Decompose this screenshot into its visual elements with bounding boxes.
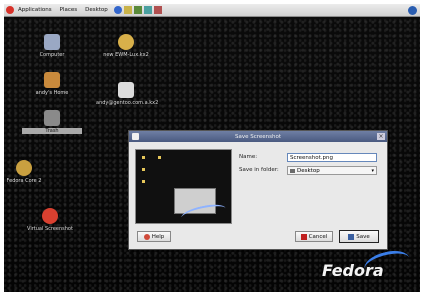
preview-icon bbox=[142, 168, 145, 171]
dialog-title: Save Screenshot bbox=[234, 133, 282, 140]
filename-input[interactable] bbox=[287, 153, 377, 162]
desktop-icon-trash[interactable]: Trash bbox=[22, 110, 82, 134]
fedora-logo: Fedora bbox=[322, 261, 384, 280]
desktop-icon-label: new EWM-Lux.kx2 bbox=[103, 52, 149, 58]
desktop-icon-shortcut-1[interactable]: new EWM-Lux.kx2 bbox=[96, 34, 156, 58]
network-status-icon[interactable] bbox=[408, 5, 417, 15]
desktop: Applications Places Desktop Computer and… bbox=[4, 4, 420, 292]
help-button[interactable]: Help bbox=[137, 231, 171, 242]
mail-launcher-icon[interactable] bbox=[123, 6, 132, 14]
spreadsheet-launcher-icon[interactable] bbox=[143, 6, 152, 14]
desktop-icon-label: andy's Home bbox=[35, 90, 69, 96]
desktop-icon-label: Fedora Core 2 bbox=[6, 178, 42, 184]
help-button-label: Help bbox=[151, 233, 165, 240]
screenshot-preview bbox=[135, 149, 232, 225]
cancel-button[interactable]: Cancel bbox=[295, 231, 333, 242]
desktop-icon-home[interactable]: andy's Home bbox=[22, 72, 82, 96]
desktop-icon-shortcut-3[interactable]: Fedora Core 2 bbox=[4, 160, 44, 184]
fedora-menu-icon[interactable] bbox=[6, 6, 14, 14]
preview-icon bbox=[158, 156, 161, 159]
desktop-icon-label: Computer bbox=[39, 52, 65, 58]
window-icon bbox=[132, 133, 139, 140]
name-label: Name: bbox=[239, 154, 258, 160]
folder-select-value: Desktop bbox=[297, 167, 320, 174]
menu-applications[interactable]: Applications bbox=[14, 7, 56, 13]
help-icon bbox=[143, 233, 150, 240]
desktop-icon-shortcut-4[interactable]: Virtual Screenshot bbox=[20, 208, 80, 232]
screenshot-icon bbox=[42, 208, 58, 224]
desktop-icon-computer[interactable]: Computer bbox=[22, 34, 82, 58]
cancel-icon bbox=[300, 233, 307, 240]
folder-label: Save in folder: bbox=[239, 167, 279, 173]
save-screenshot-dialog: Save Screenshot × Name: Save in folder: … bbox=[128, 130, 388, 250]
desktop-icon-label: andy@gentoo.com.a.kx2 bbox=[96, 100, 159, 106]
cancel-button-label: Cancel bbox=[308, 233, 328, 240]
close-icon[interactable]: × bbox=[377, 133, 385, 140]
presentation-launcher-icon[interactable] bbox=[153, 6, 162, 14]
desktop-icon-label: Trash bbox=[22, 128, 82, 134]
disc-icon bbox=[16, 160, 32, 176]
office-launcher-icon[interactable] bbox=[133, 6, 142, 14]
chevron-down-icon: ▾ bbox=[371, 167, 374, 174]
trash-icon bbox=[44, 110, 60, 126]
browser-launcher-icon[interactable] bbox=[113, 6, 122, 14]
top-panel: Applications Places Desktop bbox=[4, 4, 420, 17]
preview-icon bbox=[142, 180, 145, 183]
menu-places[interactable]: Places bbox=[56, 7, 82, 13]
folder-icon bbox=[290, 168, 295, 173]
save-icon bbox=[348, 233, 355, 240]
desktop-icon-label: Virtual Screenshot bbox=[27, 226, 73, 232]
folder-select[interactable]: Desktop ▾ bbox=[287, 166, 377, 175]
save-button[interactable]: Save bbox=[339, 230, 379, 243]
menu-desktop[interactable]: Desktop bbox=[81, 7, 112, 13]
home-icon bbox=[44, 72, 60, 88]
document-icon bbox=[118, 82, 134, 98]
dialog-title-bar[interactable]: Save Screenshot × bbox=[129, 131, 387, 142]
computer-icon bbox=[44, 34, 60, 50]
save-button-label: Save bbox=[356, 233, 370, 240]
desktop-icon-shortcut-2[interactable]: andy@gentoo.com.a.kx2 bbox=[96, 82, 159, 106]
archive-icon bbox=[118, 34, 134, 50]
preview-icon bbox=[142, 156, 145, 159]
